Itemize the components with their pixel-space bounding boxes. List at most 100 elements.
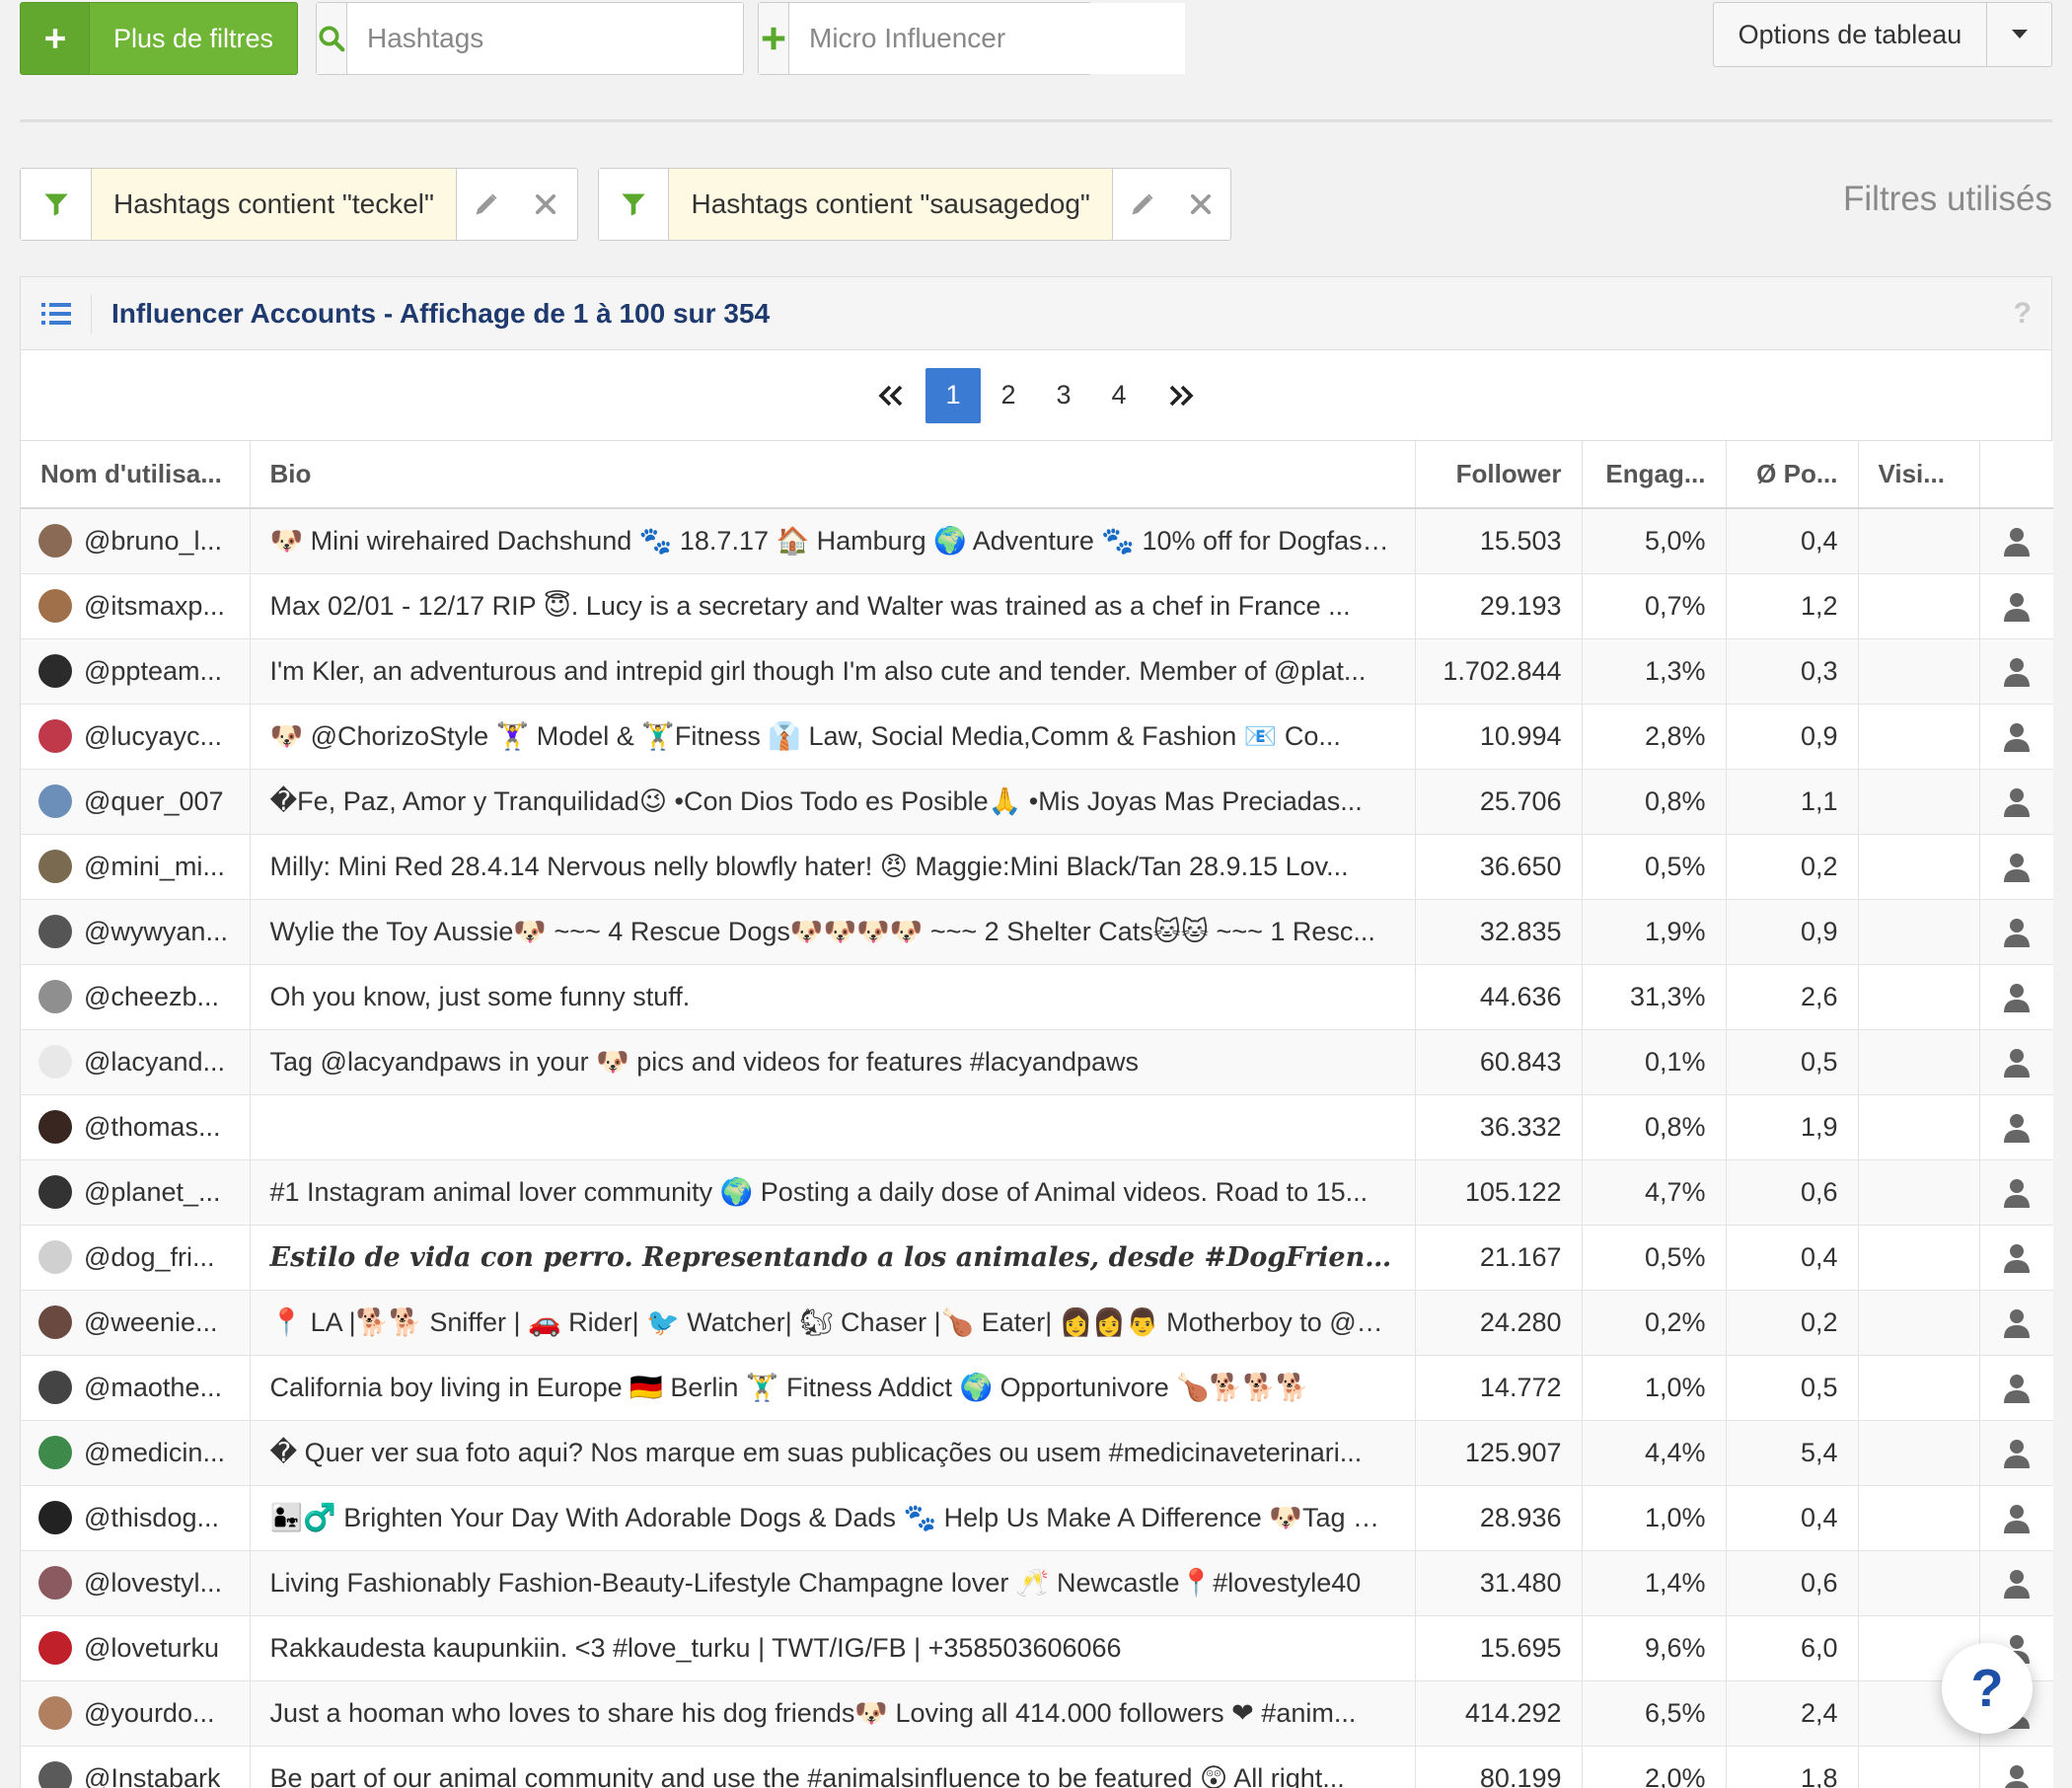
username-cell[interactable]: @medicin... [21,1420,251,1486]
username-cell[interactable]: @mini_mi... [21,834,251,900]
last-page-icon[interactable] [1147,368,1216,423]
username-cell[interactable]: @maothe... [21,1355,251,1421]
table-row[interactable]: @thisdog... 👨‍👧‍♂️ Brighten Your Day With… [21,1485,2053,1551]
profile-cell[interactable] [1979,964,2053,1030]
user-icon[interactable] [2003,1176,2030,1208]
column-header-visits[interactable]: Visi... [1858,441,1980,509]
profile-cell[interactable] [1979,1550,2053,1616]
username[interactable]: @Instabark [84,1763,220,1788]
profile-cell[interactable] [1979,1420,2053,1486]
more-filters-button[interactable]: Plus de filtres [20,2,298,75]
username-cell[interactable]: @planet_... [21,1159,251,1226]
username-cell[interactable]: @lucyayc... [21,704,251,770]
profile-cell[interactable] [1979,1159,2053,1226]
column-header-posts[interactable]: Ø Po... [1726,441,1859,509]
table-row[interactable]: @cheezb... Oh you know, just some funny s… [21,964,2053,1030]
column-header-username[interactable]: Nom d'utilisa... [21,441,251,509]
profile-cell[interactable] [1979,1094,2053,1160]
profile-cell[interactable] [1979,1290,2053,1356]
table-row[interactable]: @lovestyl... Living Fashionably Fashion-B… [21,1550,2053,1616]
user-icon[interactable] [2003,1502,2030,1533]
user-icon[interactable] [2003,1241,2030,1273]
pencil-icon[interactable] [1113,169,1172,240]
username-cell[interactable]: @loveturku [21,1615,251,1681]
username[interactable]: @bruno_l... [84,526,222,557]
user-icon[interactable] [2003,1567,2030,1599]
table-row[interactable]: @quer_007 �Fe, Paz, Amor y Tranquilidad😉 … [21,769,2053,835]
user-icon[interactable] [2004,1762,2030,1788]
username[interactable]: @itsmaxp... [84,591,225,622]
page-button-1[interactable]: 1 [925,367,981,423]
username-cell[interactable]: @cheezb... [21,964,251,1030]
username[interactable]: @weenie... [84,1307,217,1338]
table-row[interactable]: @dog_fri... Estilo de vida con perro. Rep… [21,1225,2053,1291]
column-header-engagement[interactable]: Engag... [1582,441,1727,509]
user-icon[interactable] [2003,655,2030,687]
username[interactable]: @lacyand... [84,1047,225,1078]
table-row[interactable]: @wywyan... Wylie the Toy Aussie🐶 ~~~ 4 Re… [21,899,2053,965]
table-row[interactable]: @yourdo... Just a hooman who loves to sha… [21,1680,2053,1747]
profile-cell[interactable] [1979,638,2053,705]
user-icon[interactable] [2003,785,2030,817]
table-row[interactable]: @medicin... � Quer ver sua foto aqui? Nos… [21,1420,2053,1486]
table-row[interactable]: @maothe... California boy living in Europ… [21,1355,2053,1421]
username-cell[interactable]: @lacyand... [21,1029,251,1095]
profile-cell[interactable] [1979,704,2053,770]
username[interactable]: @dog_fri... [84,1242,214,1273]
username-cell[interactable]: @dog_fri... [21,1225,251,1291]
user-icon[interactable] [2003,851,2030,882]
help-icon[interactable]: ? [2014,297,2032,331]
user-icon[interactable] [2003,590,2030,622]
user-icon[interactable] [2003,916,2030,947]
profile-cell[interactable] [1979,508,2053,574]
username[interactable]: @loveturku [84,1633,219,1664]
user-icon[interactable] [2003,525,2030,558]
profile-cell[interactable] [1979,1355,2053,1421]
table-row[interactable]: @loveturku Rakkaudesta kaupunkiin. <3 #lo… [21,1615,2053,1681]
username-cell[interactable]: @lovestyl... [21,1550,251,1616]
username[interactable]: @mini_mi... [84,852,225,882]
username-cell[interactable]: @wywyan... [21,899,251,965]
table-row[interactable]: @planet_... #1 Instagram animal lover com… [21,1159,2053,1226]
profile-cell[interactable] [1979,769,2053,835]
user-icon[interactable] [2003,981,2030,1012]
table-row[interactable]: @itsmaxp... Max 02/01 - 12/17 RIP 😇. Lucy… [21,573,2053,639]
username[interactable]: @lucyayc... [84,721,222,752]
table-options-dropdown[interactable]: Options de tableau [1713,2,2052,67]
username-cell[interactable]: @weenie... [21,1290,251,1356]
table-row[interactable]: @ppteam... I'm Kler, an adventurous and i… [21,638,2053,705]
username[interactable]: @ppteam... [84,656,222,687]
profile-cell[interactable] [1979,834,2053,900]
username-cell[interactable]: @yourdo... [21,1680,251,1747]
profile-cell[interactable] [1979,1485,2053,1551]
username-cell[interactable]: @itsmaxp... [21,573,251,639]
user-icon[interactable] [2003,1111,2030,1143]
column-header-bio[interactable]: Bio [250,441,1416,509]
profile-cell[interactable] [1979,573,2053,639]
search-icon[interactable] [317,3,347,74]
table-row[interactable]: @bruno_l... 🐶 Mini wirehaired Dachshund 🐾… [21,508,2053,574]
user-icon[interactable] [2003,720,2030,752]
close-icon[interactable] [516,169,575,240]
page-button-2[interactable]: 2 [981,368,1036,423]
user-icon[interactable] [2003,1046,2030,1078]
table-row[interactable]: @lacyand... Tag @lacyandpaws in your 🐶 pi… [21,1029,2053,1095]
username[interactable]: @planet_... [84,1177,221,1208]
username[interactable]: @quer_007 [84,786,224,817]
user-icon[interactable] [2003,1306,2030,1338]
username[interactable]: @medicin... [84,1438,225,1468]
user-icon[interactable] [2003,1437,2030,1468]
username-cell[interactable]: @quer_007 [21,769,251,835]
caret-down-icon[interactable] [1986,3,2051,66]
column-header-follower[interactable]: Follower [1415,441,1583,509]
close-icon[interactable] [1171,169,1230,240]
username-cell[interactable]: @bruno_l... [21,508,251,574]
username[interactable]: @yourdo... [84,1698,214,1729]
table-row[interactable]: @lucyayc... 🐶 @ChorizoStyle 🏋️‍♀️ Model &… [21,704,2053,770]
profile-cell[interactable] [1979,899,2053,965]
hashtags-input[interactable] [347,3,743,74]
pencil-icon[interactable] [457,169,516,240]
username[interactable]: @thisdog... [84,1503,219,1533]
table-row[interactable]: @thomas... 36.332 0,8% 1,9 [21,1094,2053,1160]
username-cell[interactable]: @Instabark [21,1746,251,1788]
